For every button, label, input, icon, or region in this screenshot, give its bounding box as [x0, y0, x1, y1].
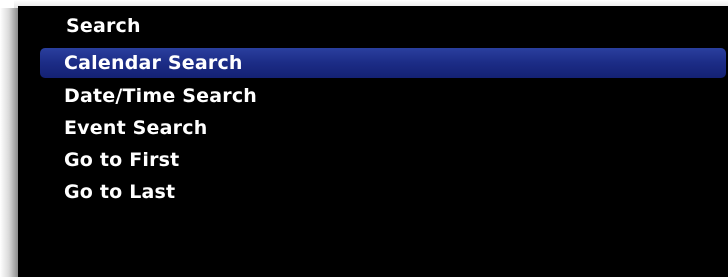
search-menu-list: Calendar Search Date/Time Search Event S… — [40, 48, 726, 208]
menu-item-go-to-last[interactable]: Go to Last — [40, 176, 726, 208]
search-menu-panel: Search Calendar Search Date/Time Search … — [18, 6, 728, 277]
menu-item-go-to-first[interactable]: Go to First — [40, 144, 726, 176]
window-frame: Search Calendar Search Date/Time Search … — [0, 0, 728, 277]
menu-title: Search — [66, 15, 141, 37]
menu-item-event-search[interactable]: Event Search — [40, 112, 726, 144]
menu-item-date-time-search[interactable]: Date/Time Search — [40, 80, 726, 112]
frame-left-edge — [0, 8, 20, 277]
menu-item-calendar-search[interactable]: Calendar Search — [40, 48, 726, 78]
